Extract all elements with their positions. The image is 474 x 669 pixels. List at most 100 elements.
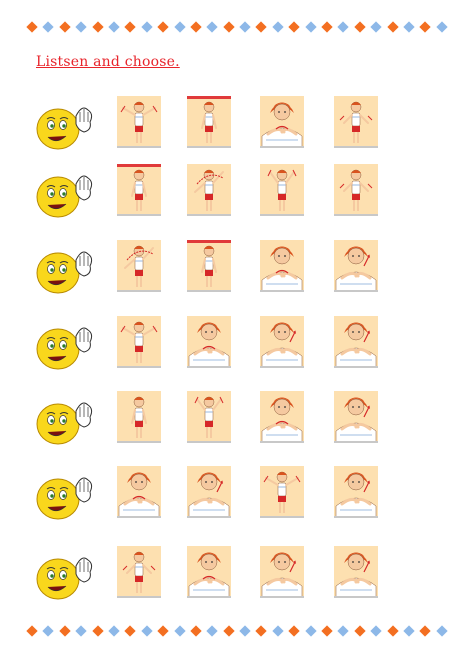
boy-exercise-icon [131,396,147,438]
boy-exercise-icon [267,169,297,211]
border-diamond [91,21,104,33]
exercise-picture-closeup-chest[interactable] [260,391,304,443]
exercise-row [0,466,474,528]
exercise-row [0,546,474,608]
boy-exercise-icon [339,101,373,143]
exercise-picture-arms-down[interactable] [117,164,161,216]
exercise-picture-arms-out-arrows[interactable] [117,546,161,598]
border-diamond [321,625,333,637]
border-diamond [419,625,432,637]
border-diamond [304,21,317,33]
exercise-picture-closeup-arrow[interactable] [334,466,378,518]
boy-exercise-icon [335,397,377,441]
boy-exercise-icon [261,102,303,146]
border-diamond [272,625,284,637]
border-diamond [403,21,415,33]
border-diamond [337,625,350,637]
listening-smiley-icon [34,320,96,374]
exercise-picture-closeup-arrow[interactable] [334,391,378,443]
exercise-picture-closeup-arrow[interactable] [334,546,378,598]
worksheet-title: Listsen and choose. [36,54,180,70]
boy-exercise-icon [261,397,303,441]
exercise-picture-arms-wide[interactable] [117,96,161,148]
exercise-picture-arms-out-arrows[interactable] [334,164,378,216]
border-diamond [42,21,55,33]
border-diamond [223,625,235,637]
boy-exercise-icon [335,246,377,290]
exercise-picture-arms-up-arrows[interactable] [260,164,304,216]
border-diamond [59,21,71,33]
boy-exercise-icon [261,246,303,290]
boy-exercise-icon [194,396,224,438]
border-diamond [26,625,38,637]
boy-exercise-icon [120,321,158,363]
listening-smiley-icon [34,100,96,154]
listening-smiley-icon [34,470,96,524]
boy-exercise-icon [131,169,147,211]
exercise-picture-arms-up-arrows[interactable] [187,391,231,443]
exercise-picture-twist[interactable] [117,240,161,292]
boy-exercise-icon [120,101,158,143]
boy-exercise-icon [188,472,230,516]
exercise-picture-closeup-chest[interactable] [260,240,304,292]
border-diamond [157,21,169,33]
exercise-row [0,391,474,453]
exercise-picture-closeup-chest[interactable] [187,316,231,368]
border-diamond [436,21,448,33]
border-diamond [239,21,251,33]
border-diamond [206,21,218,33]
border-diamond [304,625,317,637]
border-diamond [141,625,153,637]
border-diamond [75,21,87,33]
border-diamond [141,21,153,33]
top-diamond-border [26,20,448,34]
border-diamond [223,21,235,33]
border-diamond [370,625,382,637]
exercise-picture-twist[interactable] [187,164,231,216]
exercise-picture-closeup-arrow[interactable] [334,240,378,292]
border-diamond [206,625,218,637]
border-diamond [157,625,169,637]
exercise-picture-closeup-chest[interactable] [260,96,304,148]
boy-exercise-icon [188,322,230,366]
border-diamond [288,21,300,33]
exercise-row [0,164,474,226]
boy-exercise-icon [335,472,377,516]
border-diamond [288,625,300,637]
exercise-picture-arms-down[interactable] [117,391,161,443]
border-diamond [354,21,366,33]
border-diamond [403,625,415,637]
boy-exercise-icon [124,245,154,287]
border-diamond [173,21,186,33]
border-diamond [386,21,399,33]
exercise-picture-closeup-arrow[interactable] [334,316,378,368]
exercise-picture-arms-down[interactable] [187,96,231,148]
border-diamond [239,625,251,637]
border-diamond [108,625,120,637]
exercise-picture-closeup-arrow[interactable] [260,316,304,368]
boy-exercise-icon [194,169,224,211]
exercise-picture-arms-out-arrows[interactable] [334,96,378,148]
border-diamond [59,625,71,637]
exercise-picture-closeup-chest[interactable] [187,546,231,598]
exercise-row [0,240,474,302]
exercise-picture-arms-down[interactable] [187,240,231,292]
exercise-picture-closeup-arrow[interactable] [260,546,304,598]
exercise-picture-arms-wide[interactable] [260,466,304,518]
exercise-row [0,96,474,158]
border-diamond [436,625,448,637]
boy-exercise-icon [201,245,217,287]
border-diamond [190,21,202,33]
exercise-picture-closeup-arrow[interactable] [187,466,231,518]
border-diamond [354,625,366,637]
border-diamond [173,625,186,637]
exercise-row [0,316,474,378]
boy-exercise-icon [335,322,377,366]
boy-exercise-icon [335,552,377,596]
border-diamond [321,21,333,33]
border-diamond [255,21,268,33]
bottom-diamond-border [26,624,448,638]
exercise-picture-closeup-chest[interactable] [117,466,161,518]
exercise-picture-arms-wide[interactable] [117,316,161,368]
border-diamond [108,21,120,33]
